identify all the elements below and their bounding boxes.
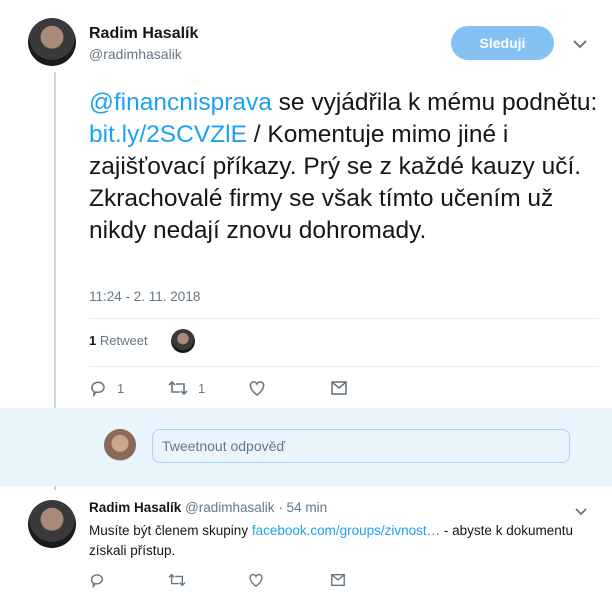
reply-link[interactable]: facebook.com/groups/zivnost… <box>252 523 440 538</box>
message-icon <box>331 573 345 587</box>
tweet-link[interactable]: bit.ly/2SCVZlE <box>89 121 247 148</box>
reply-header: Radim Hasalík @radimhasalik · 54 min <box>89 500 327 515</box>
reply-action[interactable]: 1 <box>89 379 124 397</box>
author-avatar[interactable] <box>28 18 76 66</box>
chevron-down-icon[interactable] <box>575 503 587 519</box>
reply-retweet-action[interactable] <box>168 572 186 588</box>
reply-input[interactable]: Tweetnout odpověď <box>152 429 570 463</box>
retweet-stats[interactable]: 1 Retweet <box>89 333 148 348</box>
divider <box>89 366 599 367</box>
reply-author-handle[interactable]: @radimhasalik <box>185 500 274 515</box>
reply-message-action[interactable] <box>330 572 346 588</box>
retweeter-avatar[interactable] <box>171 329 195 353</box>
reply-author-avatar[interactable] <box>28 500 76 548</box>
reply-icon <box>90 574 103 588</box>
author-handle[interactable]: @radimhasalik <box>89 46 182 62</box>
author-name[interactable]: Radim Hasalík <box>89 25 198 43</box>
chevron-down-icon[interactable] <box>573 36 587 52</box>
retweet-icon <box>168 573 186 587</box>
following-button[interactable]: Sleduji <box>451 26 554 60</box>
reply-author-name[interactable]: Radim Hasalík <box>89 500 181 515</box>
tweet-timestamp[interactable]: 11:24 - 2. 11. 2018 <box>89 289 200 304</box>
like-action[interactable] <box>248 379 266 397</box>
retweet-icon <box>168 380 188 396</box>
retweet-action[interactable]: 1 <box>168 379 205 397</box>
mention-link[interactable]: @financnisprava <box>89 89 272 116</box>
reply-text: Musíte být členem skupiny facebook.com/g… <box>89 523 573 558</box>
tweet-text: @financnisprava se vyjádřila k mému podn… <box>89 89 598 244</box>
reply-icon <box>91 381 105 397</box>
reply-time[interactable]: · 54 min <box>278 500 327 515</box>
reply-reply-action[interactable] <box>89 572 105 588</box>
reply-like-action[interactable] <box>248 572 264 588</box>
like-icon <box>249 381 265 397</box>
divider <box>89 318 599 319</box>
current-user-avatar[interactable] <box>104 429 136 461</box>
like-icon <box>249 573 263 588</box>
message-action[interactable] <box>330 379 348 397</box>
message-icon <box>331 381 347 395</box>
